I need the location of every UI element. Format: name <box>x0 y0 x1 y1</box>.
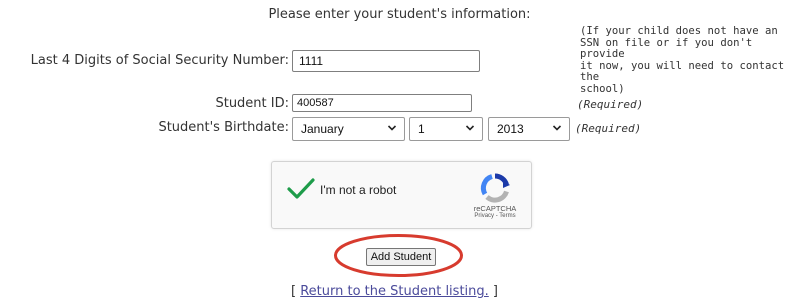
ssn-note-line: school) <box>580 82 625 95</box>
recaptcha-brand: reCAPTCHA <box>473 204 517 213</box>
student-id-label: Student ID: <box>215 96 289 111</box>
checkmark-icon[interactable] <box>287 178 315 200</box>
birth-day-value: 1 <box>418 122 425 136</box>
footer-close-bracket: ] <box>492 284 498 299</box>
ssn-note-line: (If your child does not have an <box>580 25 778 37</box>
return-to-student-listing-link[interactable]: Return to the Student listing. <box>300 284 489 299</box>
add-student-button[interactable]: Add Student <box>366 248 436 266</box>
ssn-note-line: it now, you will need to contact the <box>580 59 785 83</box>
chevron-down-icon <box>465 125 475 131</box>
ssn-help-note: (If your child does not have an SSN on f… <box>580 25 789 95</box>
ssn-note-line: SSN on file or if you don't provide <box>580 36 753 60</box>
recaptcha-widget: I'm not a robot reCAPTCHA Privacy - Term… <box>271 161 532 229</box>
student-id-required-note: (Required) <box>577 98 644 111</box>
birthdate-label: Student's Birthdate: <box>158 120 289 135</box>
ssn-input[interactable]: 1111 <box>292 50 480 72</box>
form-heading: Please enter your student's information: <box>268 7 531 22</box>
recaptcha-label: I'm not a robot <box>320 183 397 197</box>
birth-year-value: 2013 <box>497 122 524 136</box>
birth-day-select[interactable]: 1 <box>409 117 483 141</box>
ssn-label: Last 4 Digits of Social Security Number: <box>30 53 289 68</box>
chevron-down-icon <box>387 125 397 131</box>
footer-nav: [ Return to the Student listing. ] <box>0 284 789 299</box>
birth-month-select[interactable]: January <box>292 117 405 141</box>
recaptcha-logo-icon <box>480 173 510 203</box>
student-id-input[interactable]: 400587 <box>292 94 472 112</box>
recaptcha-privacy-terms[interactable]: Privacy - Terms <box>460 213 530 219</box>
birth-year-select[interactable]: 2013 <box>488 117 570 141</box>
chevron-down-icon <box>552 125 562 131</box>
birth-month-value: January <box>301 122 344 136</box>
footer-open-bracket: [ <box>291 284 297 299</box>
birthdate-required-note: (Required) <box>575 122 642 135</box>
